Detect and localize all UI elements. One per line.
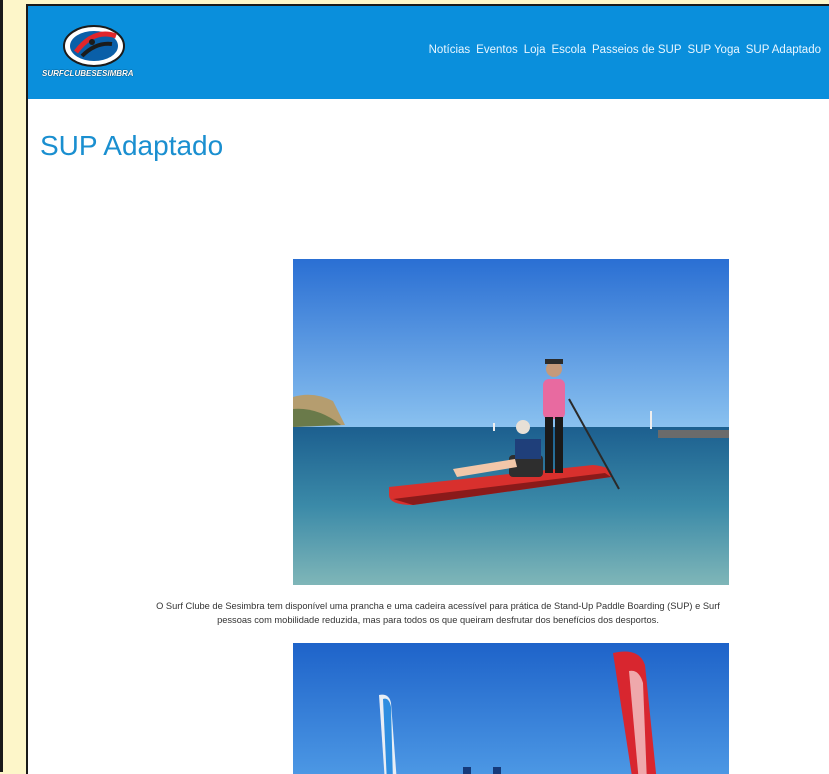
page-title: SUP Adaptado	[40, 130, 224, 161]
sup-adaptado-photo	[293, 259, 729, 585]
browser-viewport: SURFCLUBESESIMBRA Notícias Eventos Loja …	[26, 4, 829, 774]
caption-line-2: pessoas com mobilidade reduzida, mas par…	[217, 615, 659, 625]
nav-item-passeios-de-sup[interactable]: Passeios de SUP	[592, 44, 682, 56]
nav-item-eventos[interactable]: Eventos	[476, 44, 518, 56]
logo-wordmark: SURFCLUBESESIMBRA	[42, 69, 134, 78]
photo-caption: O Surf Clube de Sesimbra tem disponível …	[28, 599, 829, 627]
nav-item-escola[interactable]: Escola	[551, 44, 586, 56]
nav-item-loja[interactable]: Loja	[524, 44, 546, 56]
nav-item-noticias[interactable]: Notícias	[429, 44, 471, 56]
nav-item-sup-adaptado[interactable]: SUP Adaptado	[746, 44, 821, 56]
main-nav: Notícias Eventos Loja Escola Passeios de…	[429, 44, 821, 56]
caption-line-1: O Surf Clube de Sesimbra tem disponível …	[156, 601, 720, 611]
logo-emblem-icon	[63, 25, 125, 67]
site-logo[interactable]: SURFCLUBESESIMBRA	[42, 22, 146, 82]
page-left-border	[0, 0, 3, 772]
site-header: SURFCLUBESESIMBRA Notícias Eventos Loja …	[28, 6, 829, 99]
nav-item-sup-yoga[interactable]: SUP Yoga	[688, 44, 740, 56]
beach-flags-photo	[293, 643, 729, 774]
